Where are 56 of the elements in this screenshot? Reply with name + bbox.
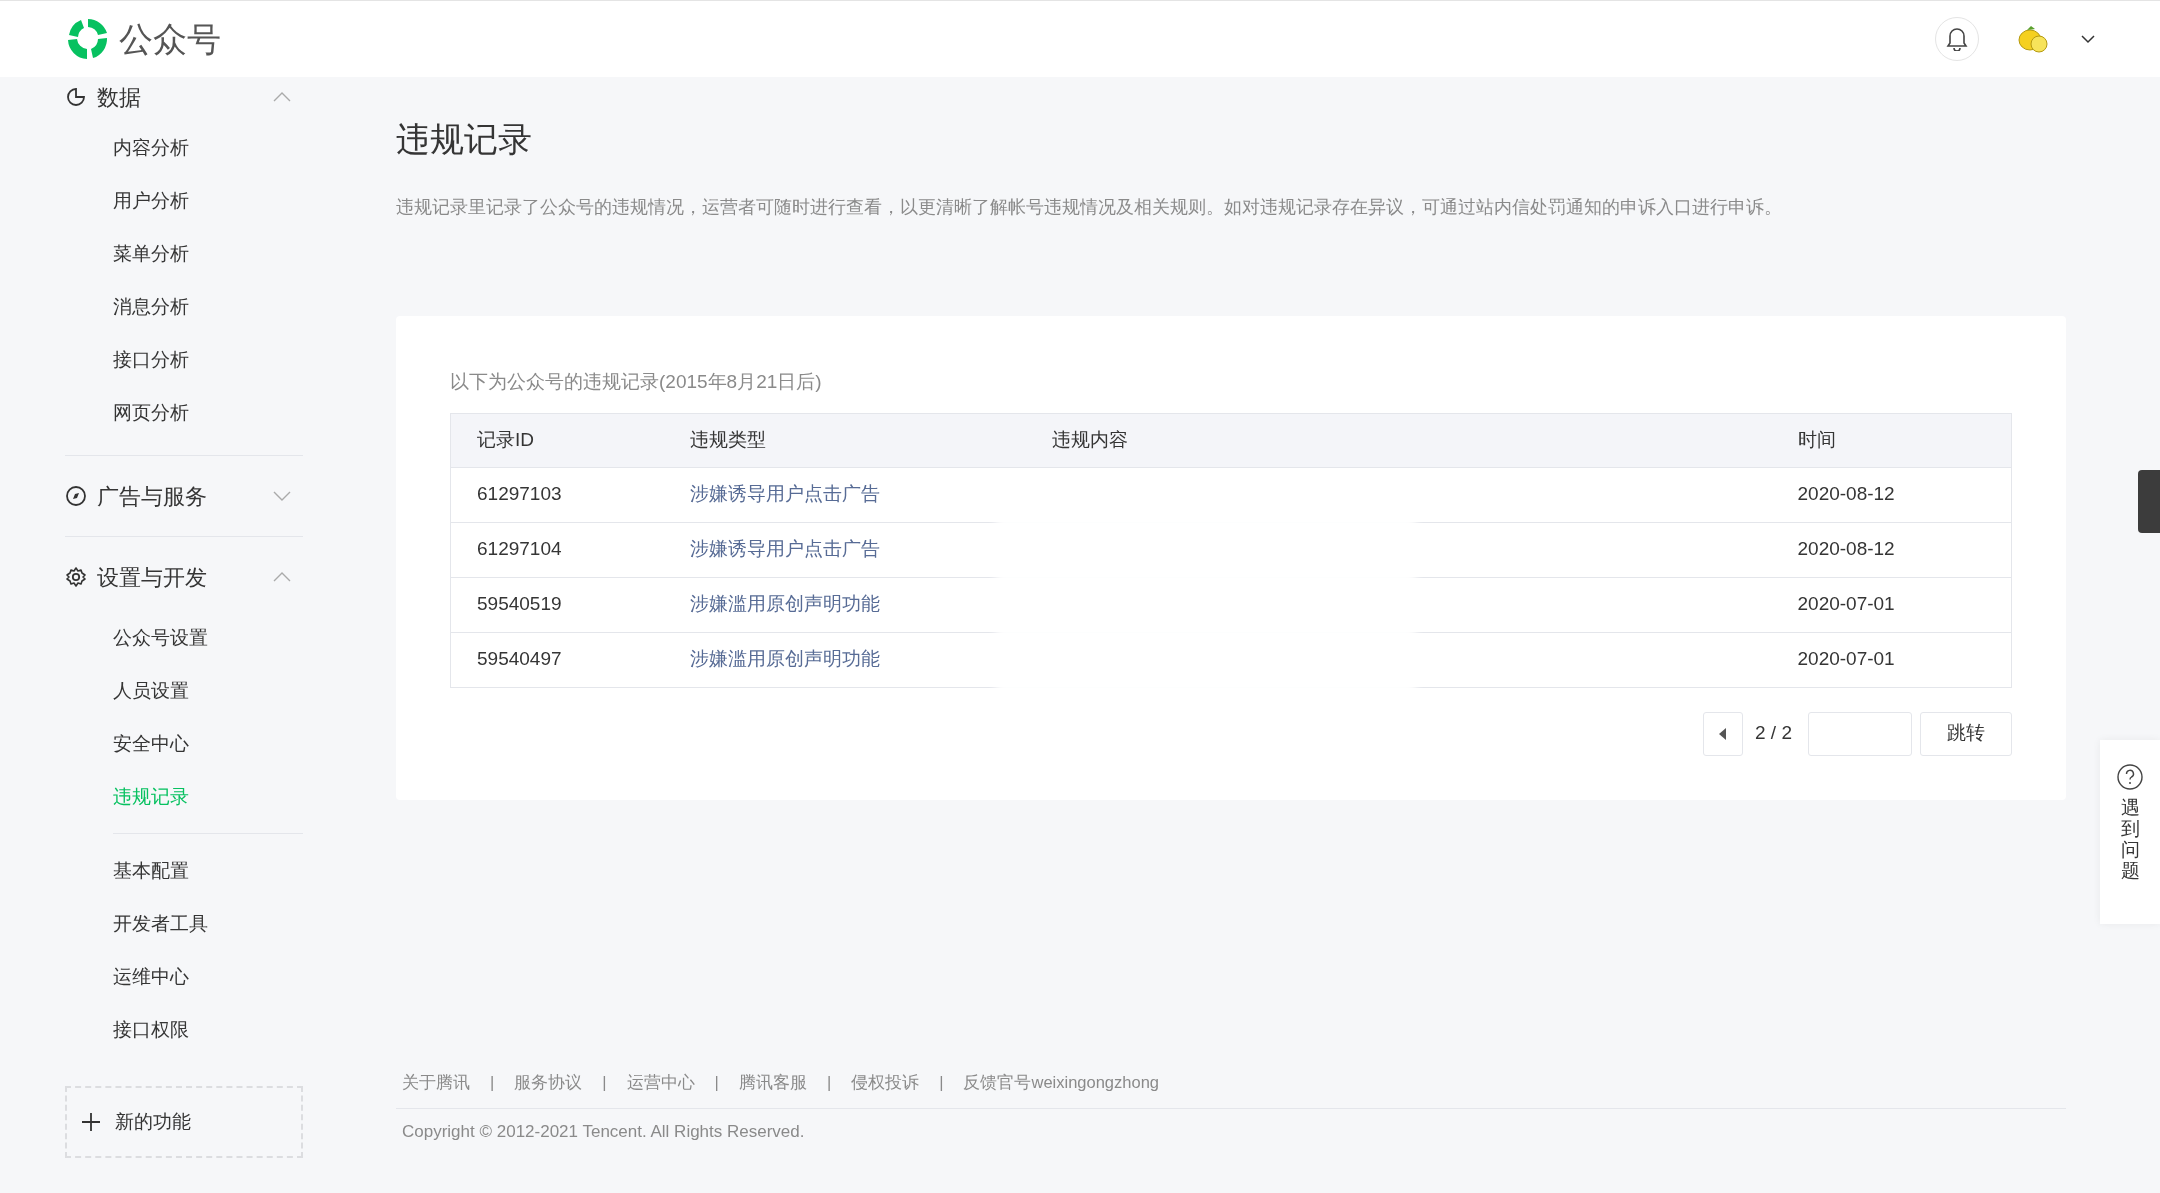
column-header: 违规内容 bbox=[1025, 413, 1772, 468]
table-cell: 2020-07-01 bbox=[1771, 577, 2012, 633]
copyright-text: Copyright © 2012-2021 Tencent. All Rights Reserved. bbox=[401, 1121, 806, 1144]
sidebar-item[interactable]: 接口分析 bbox=[65, 333, 303, 386]
sidebar-item[interactable]: 公众号设置 bbox=[65, 611, 303, 664]
help-widget[interactable]: 遇到问题 bbox=[2100, 740, 2160, 924]
page-indicator: 2 / 2 bbox=[1755, 721, 1792, 746]
table-cell: 2020-08-12 bbox=[1771, 522, 2012, 578]
sidebar-item[interactable]: 消息分析 bbox=[65, 280, 303, 333]
sidebar-item[interactable]: 开发者工具 bbox=[65, 897, 303, 950]
notification-button[interactable] bbox=[1935, 17, 1979, 61]
sidebar-item[interactable]: 人员设置 bbox=[65, 664, 303, 717]
link-separator: | bbox=[490, 1072, 495, 1091]
new-feature-button[interactable]: 新的功能 bbox=[65, 1086, 303, 1158]
table-cell: 2020-07-01 bbox=[1771, 632, 2012, 688]
help-label: 遇到问题 bbox=[2120, 798, 2140, 882]
page-title: 违规记录 bbox=[396, 119, 533, 160]
column-header: 记录ID bbox=[450, 413, 664, 468]
gear-icon bbox=[65, 566, 87, 588]
chart-icon bbox=[65, 86, 87, 108]
table-caption: 以下为公众号的违规记录(2015年8月21日后) bbox=[450, 370, 823, 395]
sidebar-item[interactable]: 用户分析 bbox=[65, 174, 303, 227]
plus-icon bbox=[81, 1112, 101, 1132]
sidebar-item[interactable]: 网页分析 bbox=[65, 386, 303, 439]
table-cell: 59540497 bbox=[450, 632, 664, 688]
sidebar-item[interactable]: 接口权限 bbox=[65, 1003, 303, 1056]
sidebar-item[interactable]: 基本配置 bbox=[65, 844, 303, 897]
sidebar-item[interactable]: 安全中心 bbox=[65, 717, 303, 770]
sidebar-group-header[interactable]: 数据 bbox=[65, 77, 303, 117]
question-icon bbox=[2117, 764, 2143, 790]
table-cell: 61297103 bbox=[450, 467, 664, 523]
jump-button[interactable]: 跳转 bbox=[1920, 711, 2012, 756]
previous-page-button[interactable] bbox=[1703, 711, 1743, 756]
bell-icon bbox=[1946, 27, 1968, 51]
link-separator: | bbox=[602, 1072, 607, 1091]
table-cell: 61297104 bbox=[450, 522, 664, 578]
chevron-down-icon bbox=[2081, 34, 2095, 44]
logo-text: 公众号 bbox=[119, 18, 221, 60]
link-separator: | bbox=[714, 1072, 719, 1091]
link-separator: | bbox=[826, 1072, 832, 1091]
compass-icon bbox=[65, 485, 87, 507]
column-header: 违规类型 bbox=[663, 413, 1026, 468]
table-cell: 2020-08-12 bbox=[1771, 467, 2012, 523]
caret-left-icon bbox=[1719, 727, 1727, 740]
link-separator: | bbox=[939, 1072, 944, 1091]
sidebar-item[interactable]: 运维中心 bbox=[65, 950, 303, 1003]
table-cell: 59540519 bbox=[450, 577, 664, 633]
sidebar-group-header[interactable]: 广告与服务 bbox=[65, 466, 303, 526]
lemon-avatar-icon[interactable] bbox=[2017, 24, 2049, 54]
sidebar-group-header[interactable]: 设置与开发 bbox=[65, 547, 303, 607]
side-handle[interactable] bbox=[2138, 470, 2160, 533]
page-input[interactable] bbox=[1808, 711, 1912, 756]
column-header: 时间 bbox=[1771, 413, 2012, 468]
sidebar-item[interactable]: 菜单分析 bbox=[65, 227, 303, 280]
sidebar-item[interactable]: 内容分析 bbox=[65, 121, 303, 174]
page-description: 违规记录里记录了公众号的违规情况，运营者可随时进行查看，以更清晰了解帐号违规情况及相关规则。如对违规记录存在异议，可通过站内信处罚通知的申诉入口进行申诉。 bbox=[396, 195, 1783, 219]
